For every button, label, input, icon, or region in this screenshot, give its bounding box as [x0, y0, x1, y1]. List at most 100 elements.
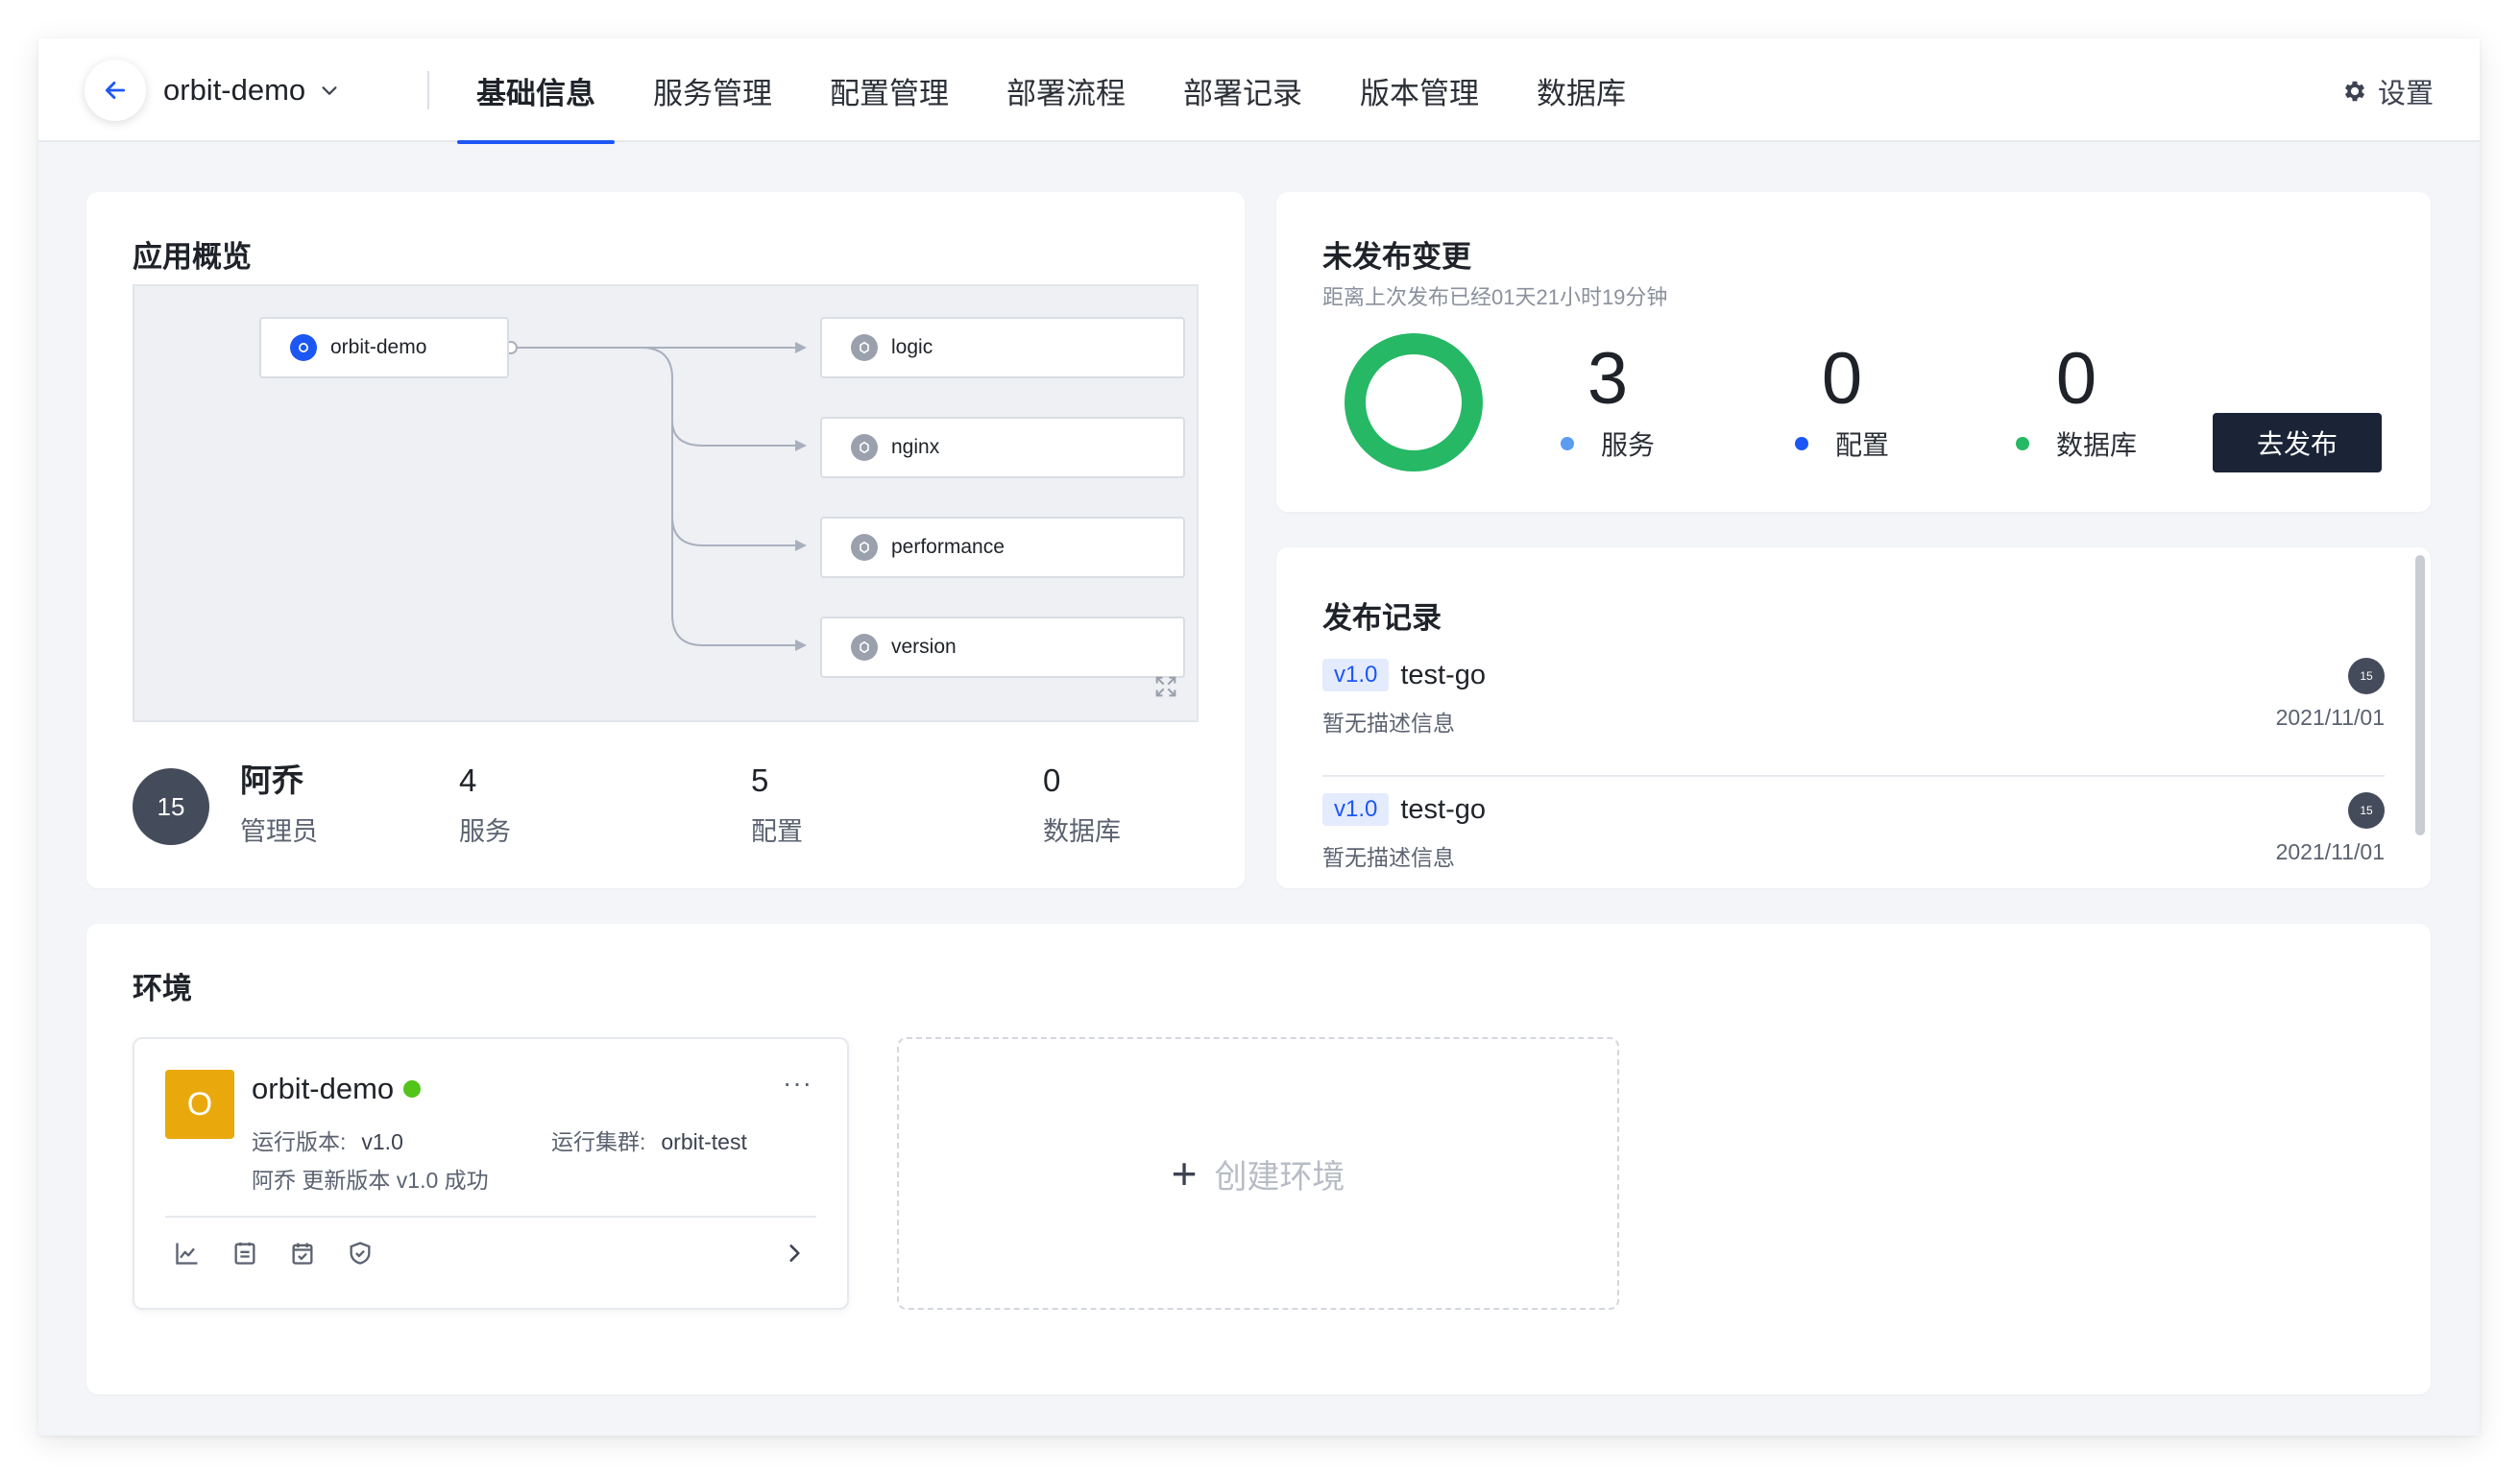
- overview-title: 应用概览: [133, 240, 252, 274]
- running-cluster-value: orbit-test: [661, 1129, 747, 1154]
- status-dot: [403, 1080, 422, 1098]
- publish-button[interactable]: 去发布: [2213, 413, 2382, 472]
- service-icon: [851, 334, 878, 361]
- node-label: version: [891, 636, 957, 658]
- app-window: orbit-demo 基础信息 服务管理 配置管理 部署流程 部署记录 版本管理…: [38, 38, 2480, 1436]
- tab-deploy-records[interactable]: 部署记录: [1164, 38, 1321, 142]
- overview-card: 应用概览 orbit-demo logic nginx performance …: [86, 192, 1245, 888]
- stat-databases: 0 数据库: [1043, 759, 1121, 848]
- running-cluster-label: 运行集群:: [551, 1129, 646, 1154]
- stat-value: 0: [1821, 338, 1863, 420]
- stat-label: 配置: [1834, 430, 1889, 460]
- environment-divider: [165, 1216, 816, 1218]
- environment-name-link[interactable]: orbit-demo: [252, 1072, 422, 1106]
- main-tabs: 基础信息 服务管理 配置管理 部署流程 部署记录 版本管理 数据库: [457, 38, 1664, 144]
- settings-label: 设置: [2377, 79, 2434, 109]
- node-label: nginx: [891, 436, 940, 458]
- environment-name: orbit-demo: [252, 1072, 395, 1105]
- stat-value: 0: [2055, 338, 2097, 420]
- top-navigation: orbit-demo 基础信息 服务管理 配置管理 部署流程 部署记录 版本管理…: [38, 38, 2480, 144]
- topology-node-service[interactable]: logic: [820, 317, 1185, 378]
- overview-stats: 15 阿乔 管理员 4 服务 5 配置 0 数据库: [133, 759, 1199, 855]
- stat-label: 数据库: [2055, 430, 2137, 460]
- tab-basic-info[interactable]: 基础信息: [457, 38, 615, 144]
- release-description: 暂无描述信息: [1322, 845, 1455, 870]
- release-description: 暂无描述信息: [1322, 711, 1455, 736]
- back-button[interactable]: [85, 60, 146, 121]
- stat-label: 服务: [1600, 430, 1655, 460]
- gear-icon: [2344, 81, 2365, 102]
- status-dot: [2015, 437, 2029, 450]
- unreleased-title: 未发布变更: [1322, 240, 1471, 274]
- environment-card: O orbit-demo ··· 运行版本: v1.0 运行集群: orbit-te…: [133, 1037, 849, 1310]
- tab-database[interactable]: 数据库: [1517, 38, 1645, 142]
- stat-services: 4 服务: [459, 759, 511, 848]
- owner-role: 管理员: [240, 817, 318, 846]
- create-environment-button[interactable]: + 创建环境: [897, 1037, 1619, 1310]
- running-version-value: v1.0: [361, 1129, 403, 1154]
- service-icon: [851, 434, 878, 461]
- expand-icon[interactable]: [1152, 673, 1179, 705]
- environment-actions: [173, 1239, 375, 1268]
- release-record-item[interactable]: v1.0 test-go 15 暂无描述信息 2021/11/01: [1322, 653, 2385, 738]
- owner-info: 阿乔 管理员: [240, 759, 318, 848]
- owner-name: 阿乔: [240, 762, 303, 798]
- tab-service-management[interactable]: 服务管理: [634, 38, 791, 142]
- topology-diagram: orbit-demo logic nginx performance versi…: [133, 284, 1199, 722]
- tab-version-management[interactable]: 版本管理: [1341, 38, 1498, 142]
- stat-value: 4: [459, 762, 477, 798]
- node-label: orbit-demo: [330, 336, 427, 358]
- running-cluster: 运行集群: orbit-test: [551, 1124, 747, 1156]
- service-icon: [851, 534, 878, 561]
- topology-node-root[interactable]: orbit-demo: [259, 317, 509, 378]
- version-tag: v1.0: [1322, 659, 1390, 691]
- node-label: performance: [891, 536, 1005, 558]
- chevron-right-icon[interactable]: [782, 1241, 807, 1270]
- arrow-left-icon: [105, 82, 126, 99]
- avatar: 15: [133, 768, 209, 845]
- stat-label: 配置: [751, 817, 803, 846]
- last-action: 阿乔 更新版本 v1.0 成功: [252, 1168, 489, 1193]
- topology-node-service[interactable]: nginx: [820, 417, 1185, 478]
- avatar: 15: [2348, 792, 2385, 829]
- tab-deploy-flow[interactable]: 部署流程: [987, 38, 1145, 142]
- stat-value: 0: [1043, 762, 1061, 798]
- more-options-button[interactable]: ···: [783, 1068, 812, 1099]
- environments-title: 环境: [133, 972, 192, 1005]
- last-release-duration: 距离上次发布已经01天21小时19分钟: [1322, 285, 1668, 309]
- release-name: test-go: [1400, 659, 1487, 690]
- release-name: test-go: [1400, 793, 1487, 825]
- calendar-check-icon[interactable]: [288, 1239, 317, 1268]
- settings-button[interactable]: 设置: [2341, 71, 2434, 111]
- app-name: orbit-demo: [163, 73, 306, 107]
- app-icon: [290, 334, 317, 361]
- log-document-icon[interactable]: [230, 1239, 259, 1268]
- stat-value: 5: [751, 762, 769, 798]
- status-dot: [1560, 437, 1574, 450]
- running-version: 运行版本: v1.0: [252, 1124, 403, 1156]
- shield-check-icon[interactable]: [346, 1239, 375, 1268]
- topology-node-service[interactable]: version: [820, 617, 1185, 678]
- release-record-item[interactable]: v1.0 test-go 15 暂无描述信息 2021/11/01: [1322, 787, 2385, 872]
- node-label: logic: [891, 336, 933, 358]
- plus-icon: +: [1171, 1149, 1198, 1198]
- record-divider: [1322, 775, 2385, 777]
- version-tag: v1.0: [1322, 793, 1390, 826]
- unreleased-changes-card: 未发布变更 距离上次发布已经01天21小时19分钟 3 服务 0 配置 0 数据…: [1276, 192, 2431, 512]
- monitor-chart-icon[interactable]: [173, 1239, 202, 1268]
- release-date: 2021/11/01: [2275, 705, 2385, 730]
- service-icon: [851, 634, 878, 661]
- environments-card: 环境 O orbit-demo ··· 运行版本: v1.0 运行集群: orbit…: [86, 924, 2431, 1394]
- stat-value: 3: [1587, 338, 1629, 420]
- release-records-card: 发布记录 v1.0 test-go 15 暂无描述信息 2021/11/01 v…: [1276, 547, 2431, 888]
- unreleased-stat-configs: 0 配置: [1780, 336, 1904, 463]
- topology-node-service[interactable]: performance: [820, 517, 1185, 578]
- stat-label: 数据库: [1043, 817, 1121, 846]
- header-divider: [427, 71, 429, 109]
- release-date: 2021/11/01: [2275, 839, 2385, 864]
- app-switcher[interactable]: orbit-demo: [163, 67, 340, 113]
- chevron-down-icon: [322, 86, 337, 95]
- unreleased-stat-services: 3 服务: [1545, 336, 1670, 463]
- tab-config-management[interactable]: 配置管理: [811, 38, 968, 142]
- releases-scrollbar[interactable]: [2415, 555, 2425, 835]
